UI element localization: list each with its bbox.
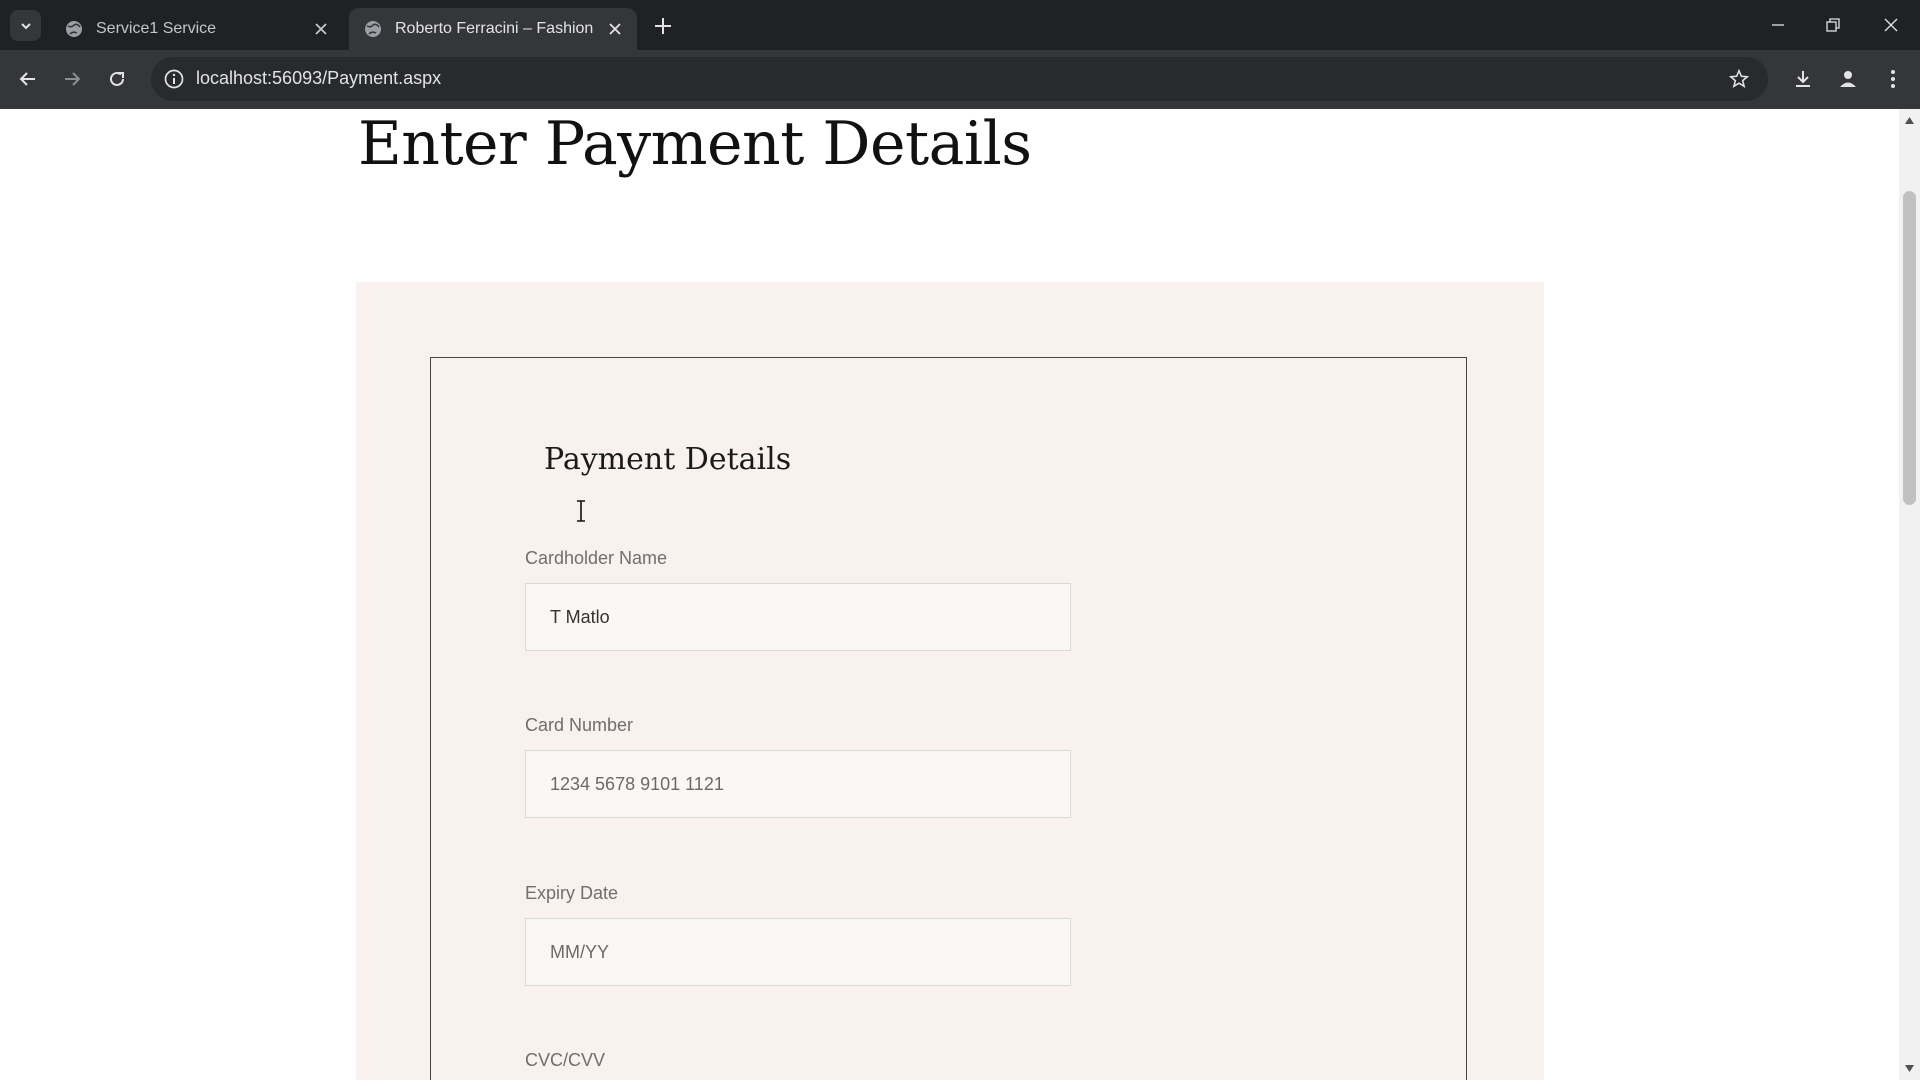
- arrow-right-icon: [65, 72, 81, 86]
- new-tab-icon[interactable]: [651, 14, 675, 38]
- cardholder-name-label: Cardholder Name: [525, 548, 668, 568]
- expiry-date-label: Expiry Date: [525, 883, 619, 903]
- cardholder-name-input[interactable]: [525, 583, 1071, 651]
- page-title: Enter Payment Details: [358, 109, 1032, 179]
- menu-button[interactable]: [1880, 66, 1906, 92]
- tab-title: Roberto Ferracini – Fashion and: [395, 20, 597, 37]
- close-icon[interactable]: [607, 21, 623, 37]
- browser-toolbar: localhost:56093/Payment.aspx: [0, 50, 1920, 109]
- tab-service1[interactable]: Service1 Service: [50, 8, 343, 50]
- chevron-down-icon: [20, 22, 31, 29]
- profile-button[interactable]: [1835, 66, 1861, 92]
- download-icon: [1796, 71, 1810, 87]
- back-button[interactable]: [15, 66, 41, 92]
- restore-button[interactable]: [1820, 12, 1846, 38]
- url-text[interactable]: localhost:56093/Payment.aspx: [196, 68, 441, 89]
- close-window-button[interactable]: [1878, 12, 1904, 38]
- page-viewport: Enter Payment Details Payment Details Ca…: [0, 109, 1899, 1080]
- scroll-up-arrow-icon[interactable]: [1905, 117, 1914, 124]
- address-bar[interactable]: localhost:56093/Payment.aspx: [151, 57, 1768, 101]
- text-cursor-icon: [577, 500, 585, 522]
- tab-title: Service1 Service: [96, 20, 217, 37]
- minimize-button[interactable]: [1765, 12, 1791, 38]
- arrow-left-icon: [19, 72, 35, 86]
- scroll-thumb[interactable]: [1903, 191, 1916, 505]
- person-icon: [1840, 71, 1856, 87]
- globe-icon: [365, 21, 381, 37]
- tab-search-button[interactable]: [10, 10, 41, 41]
- expiry-date-input[interactable]: [525, 918, 1071, 986]
- payment-card: Payment Details Cardholder Name Card Num…: [430, 357, 1467, 1080]
- cvc-label: CVC/CVV: [525, 1050, 606, 1070]
- card-title: Payment Details: [544, 442, 792, 477]
- card-number-label: Card Number: [525, 715, 634, 735]
- star-icon[interactable]: [1728, 68, 1750, 90]
- globe-icon: [66, 21, 82, 37]
- scroll-down-arrow-icon[interactable]: [1905, 1065, 1914, 1072]
- restore-icon: [1826, 18, 1840, 32]
- downloads-button[interactable]: [1790, 66, 1816, 92]
- info-icon[interactable]: [163, 68, 185, 90]
- close-icon[interactable]: [313, 21, 329, 37]
- forward-button[interactable]: [59, 66, 85, 92]
- tab-strip: Service1 Service Roberto Ferracini – Fas…: [0, 0, 1920, 50]
- close-icon: [1884, 18, 1898, 32]
- tab-roberto-ferracini[interactable]: Roberto Ferracini – Fashion and: [349, 8, 637, 50]
- card-number-input[interactable]: [525, 750, 1071, 818]
- more-vertical-icon: [1891, 70, 1895, 88]
- page-scrollbar[interactable]: [1899, 109, 1920, 1080]
- payment-panel: Payment Details Cardholder Name Card Num…: [356, 282, 1544, 1080]
- minimize-icon: [1772, 24, 1784, 26]
- reload-icon: [110, 71, 124, 86]
- reload-button[interactable]: [104, 66, 130, 92]
